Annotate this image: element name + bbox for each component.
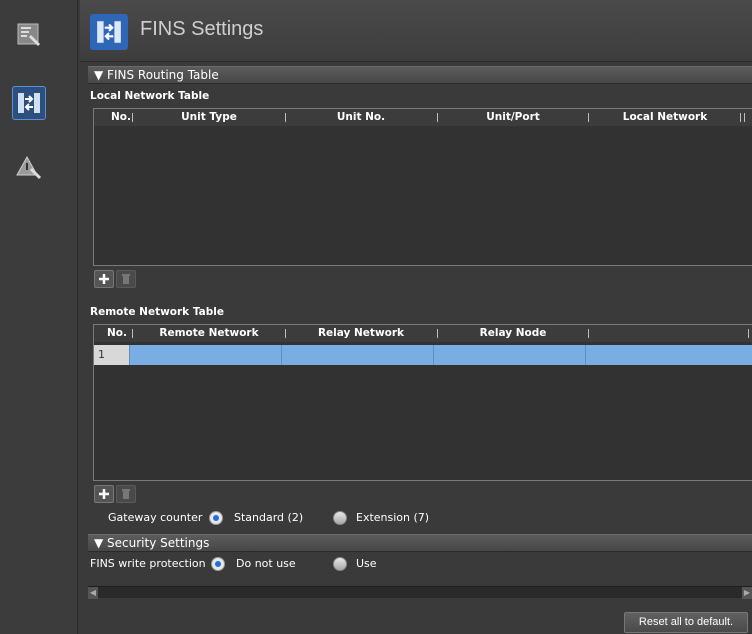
reset-all-button[interactable]: Reset all to default. bbox=[624, 612, 748, 633]
remote-add-row-button[interactable] bbox=[94, 485, 114, 503]
remote-network-table[interactable]: No. Remote Network Relay Network Relay N… bbox=[93, 324, 752, 481]
gateway-extension-radio[interactable] bbox=[333, 511, 347, 525]
sidebar-fins-button[interactable] bbox=[12, 86, 46, 120]
column-separator[interactable] bbox=[588, 113, 589, 122]
remote-network-table-label: Remote Network Table bbox=[90, 306, 224, 318]
settings-content: ▼ FINS Routing Table Local Network Table… bbox=[82, 64, 752, 604]
page-header: FINS Settings bbox=[80, 0, 752, 62]
column-header-local-network[interactable]: Local Network bbox=[590, 109, 740, 126]
remote-network-cell[interactable] bbox=[130, 345, 282, 365]
column-header-unit-no[interactable]: Unit No. bbox=[286, 109, 436, 126]
gateway-standard-radio[interactable] bbox=[209, 511, 223, 525]
header-icon-box bbox=[90, 14, 128, 50]
gateway-standard-label[interactable]: Standard (2) bbox=[234, 511, 303, 524]
column-header-unit-type[interactable]: Unit Type bbox=[134, 109, 284, 126]
sidebar-settings-button[interactable] bbox=[12, 18, 46, 52]
local-network-table[interactable]: No. Unit Type Unit No. Unit/Port Local N… bbox=[93, 108, 752, 266]
remote-delete-row-button[interactable] bbox=[116, 485, 136, 503]
plus-icon bbox=[99, 489, 109, 499]
fins-transfer-icon bbox=[18, 93, 40, 113]
row-number-cell[interactable]: 1 bbox=[94, 345, 130, 365]
section-header-security[interactable]: ▼ Security Settings bbox=[88, 534, 752, 552]
fins-transfer-icon bbox=[97, 21, 121, 43]
table-row[interactable]: 1 bbox=[94, 345, 752, 365]
local-delete-row-button[interactable] bbox=[116, 270, 136, 288]
write-protection-use-label[interactable]: Use bbox=[356, 557, 377, 570]
plus-icon bbox=[99, 274, 109, 284]
footer-bar: Reset all to default. bbox=[80, 604, 752, 634]
write-protection-do-not-use-label[interactable]: Do not use bbox=[236, 557, 296, 570]
column-separator[interactable] bbox=[744, 113, 745, 122]
empty-cell[interactable] bbox=[586, 345, 752, 365]
gateway-counter-label: Gateway counter bbox=[108, 511, 203, 524]
sidebar-toolbar bbox=[0, 0, 78, 634]
scroll-right-arrow-icon[interactable]: ▶ bbox=[742, 587, 752, 599]
page-title: FINS Settings bbox=[140, 18, 264, 40]
table-header: No. Unit Type Unit No. Unit/Port Local N… bbox=[94, 109, 752, 126]
write-protection-use-radio[interactable] bbox=[333, 557, 347, 571]
trash-icon bbox=[122, 274, 130, 284]
settings-tool-icon bbox=[17, 23, 41, 47]
trash-icon bbox=[122, 489, 130, 499]
column-header-no[interactable]: No. bbox=[102, 325, 132, 342]
relay-node-cell[interactable] bbox=[434, 345, 586, 365]
warning-wrench-icon bbox=[16, 155, 42, 180]
column-separator[interactable] bbox=[588, 329, 589, 338]
horizontal-scrollbar[interactable]: ◀ ▶ bbox=[88, 586, 752, 599]
column-separator[interactable] bbox=[748, 329, 749, 338]
column-header-relay-node[interactable]: Relay Node bbox=[438, 325, 588, 342]
column-header-relay-network[interactable]: Relay Network bbox=[286, 325, 436, 342]
section-header-fins-routing[interactable]: ▼ FINS Routing Table bbox=[88, 66, 752, 84]
write-protection-do-not-use-radio[interactable] bbox=[211, 557, 225, 571]
local-add-row-button[interactable] bbox=[94, 270, 114, 288]
local-network-table-label: Local Network Table bbox=[90, 90, 210, 102]
table-header: No. Remote Network Relay Network Relay N… bbox=[94, 325, 752, 342]
column-separator[interactable] bbox=[132, 329, 133, 338]
fins-write-protection-label: FINS write protection bbox=[90, 557, 206, 570]
column-separator[interactable] bbox=[132, 113, 133, 122]
column-header-remote-network[interactable]: Remote Network bbox=[134, 325, 284, 342]
scroll-left-arrow-icon[interactable]: ◀ bbox=[88, 587, 98, 599]
column-header-unit-port[interactable]: Unit/Port bbox=[438, 109, 588, 126]
gateway-extension-label[interactable]: Extension (7) bbox=[356, 511, 429, 524]
sidebar-security-button[interactable] bbox=[12, 150, 46, 184]
column-separator[interactable] bbox=[740, 113, 741, 122]
relay-network-cell[interactable] bbox=[282, 345, 434, 365]
